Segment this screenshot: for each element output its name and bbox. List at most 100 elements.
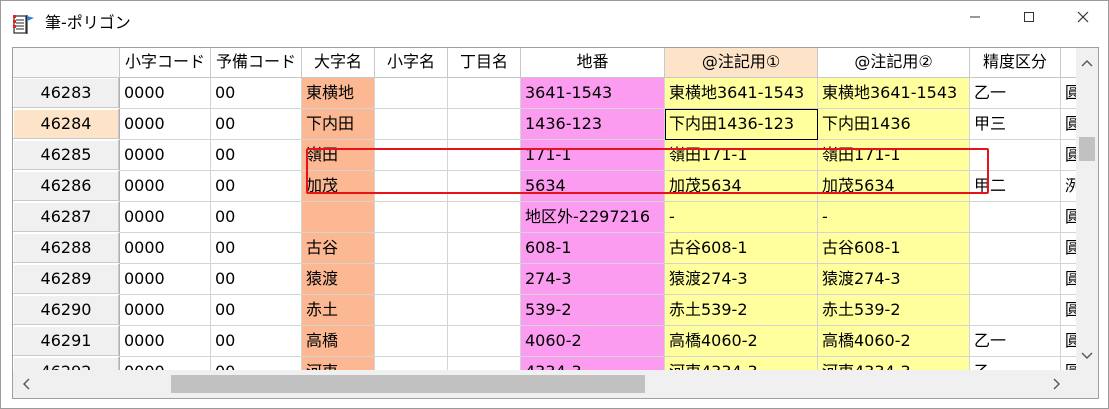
table-row[interactable]: 46288000000古谷608-1古谷608-1古谷608-1圓 — [13, 233, 1076, 264]
cell-chome[interactable] — [448, 78, 521, 109]
cell-oaza[interactable] — [302, 202, 375, 233]
cell-yobi-code[interactable]: 00 — [211, 264, 302, 295]
column-header-chuki1[interactable]: @注記用① — [665, 48, 818, 78]
row-header[interactable]: 46283 — [13, 78, 120, 109]
cell-chuki1[interactable]: 古谷608-1 — [665, 233, 818, 264]
cell-oaza[interactable]: 古谷 — [302, 233, 375, 264]
cell-chuki2[interactable]: 河東4334-3 — [818, 357, 970, 370]
cell-oaza[interactable]: 加茂 — [302, 171, 375, 202]
table-row[interactable]: 46284 0000 00 下内田 1436-123 下内田1436-123 下内田1436… — [13, 109, 1076, 140]
cell-oaza[interactable]: 嶺田 — [302, 140, 375, 171]
table-row[interactable]: 46290000000赤土539-2赤土539-2赤土539-2圓 — [13, 295, 1076, 326]
cell-extra[interactable]: 圓 — [1061, 264, 1076, 295]
column-header-koaza[interactable]: 小字名 — [375, 48, 448, 78]
cell-chome[interactable] — [448, 295, 521, 326]
cell-seido[interactable]: 乙一 — [970, 326, 1061, 357]
column-header-seido[interactable]: 精度区分 — [970, 48, 1061, 78]
cell-extra[interactable]: 圓 — [1061, 295, 1076, 326]
horizontal-scroll-thumb[interactable] — [171, 375, 645, 393]
table-row[interactable]: 46283 0000 00 東横地 3641-1543 東横地3641-1543 東横地36… — [13, 78, 1076, 109]
cell-yobi-code[interactable]: 00 — [211, 295, 302, 326]
cell-seido[interactable]: 乙 — [970, 357, 1061, 370]
cell-chiban[interactable]: 1436-123 — [521, 109, 665, 140]
cell-extra[interactable]: 圓 — [1061, 233, 1076, 264]
cell-chiban[interactable]: 608-1 — [521, 233, 665, 264]
cell-chuki1[interactable]: - — [665, 202, 818, 233]
cell-yobi-code[interactable]: 00 — [211, 171, 302, 202]
cell-chuki2[interactable]: 下内田1436 — [818, 109, 970, 140]
row-header[interactable]: 46285 — [13, 140, 120, 171]
cell-koaza-code[interactable]: 0000 — [120, 171, 211, 202]
cell-chiban[interactable]: 3641-1543 — [521, 78, 665, 109]
cell-oaza[interactable]: 下内田 — [302, 109, 375, 140]
cell-koaza[interactable] — [375, 140, 448, 171]
cell-chuki2[interactable]: 高橋4060-2 — [818, 326, 970, 357]
cell-koaza[interactable] — [375, 171, 448, 202]
cell-chome[interactable] — [448, 233, 521, 264]
minimize-button[interactable] — [952, 1, 998, 33]
scroll-down-icon[interactable] — [1076, 345, 1098, 367]
scroll-left-icon[interactable] — [15, 370, 37, 398]
cell-chiban[interactable]: 5634 — [521, 171, 665, 202]
cell-chuki2[interactable]: - — [818, 202, 970, 233]
column-header-yobi-code[interactable]: 予備コード — [211, 48, 302, 78]
cell-koaza-code[interactable]: 0000 — [120, 295, 211, 326]
cell-chuki1[interactable]: 猿渡274-3 — [665, 264, 818, 295]
cell-oaza[interactable]: 河東 — [302, 357, 375, 370]
cell-chuki1[interactable]: 赤土539-2 — [665, 295, 818, 326]
cell-chiban[interactable]: 地区外-2297216 — [521, 202, 665, 233]
row-header[interactable]: 46290 — [13, 295, 120, 326]
cell-seido[interactable] — [970, 295, 1061, 326]
cell-oaza[interactable]: 赤土 — [302, 295, 375, 326]
cell-yobi-code[interactable]: 00 — [211, 140, 302, 171]
cell-chome[interactable] — [448, 171, 521, 202]
scroll-up-icon[interactable] — [1076, 52, 1098, 74]
cell-koaza-code[interactable]: 0000 — [120, 326, 211, 357]
cell-seido[interactable]: 乙一 — [970, 78, 1061, 109]
cell-yobi-code[interactable]: 00 — [211, 78, 302, 109]
maximize-button[interactable] — [1006, 1, 1052, 33]
cell-oaza[interactable]: 高橋 — [302, 326, 375, 357]
table-row[interactable]: 46286000000加茂5634加茂5634加茂5634甲二洌 — [13, 171, 1076, 202]
cell-koaza[interactable] — [375, 357, 448, 370]
title-bar[interactable]: 筆-ポリゴン — [1, 1, 1108, 45]
cell-chuki1[interactable]: 嶺田171-1 — [665, 140, 818, 171]
cell-chuki1[interactable]: 加茂5634 — [665, 171, 818, 202]
cell-seido[interactable] — [970, 233, 1061, 264]
cell-koaza[interactable] — [375, 78, 448, 109]
cell-chuki1[interactable]: 河東4334-3 — [665, 357, 818, 370]
cell-extra[interactable]: 圓 — [1061, 78, 1076, 109]
cell-koaza[interactable] — [375, 326, 448, 357]
cell-extra[interactable]: 圓 — [1061, 109, 1076, 140]
cell-extra[interactable]: 圓 — [1061, 326, 1076, 357]
cell-koaza-code[interactable]: 0000 — [120, 109, 211, 140]
table-row[interactable]: 46289000000猿渡274-3猿渡274-3猿渡274-3圓 — [13, 264, 1076, 295]
cell-koaza-code[interactable]: 0000 — [120, 233, 211, 264]
cell-chuki1[interactable]: 東横地3641-1543 — [665, 78, 818, 109]
cell-seido[interactable] — [970, 140, 1061, 171]
cell-koaza-code[interactable]: 0000 — [120, 202, 211, 233]
row-header[interactable]: 46286 — [13, 171, 120, 202]
cell-seido[interactable]: 甲三 — [970, 109, 1061, 140]
row-header[interactable]: 46287 — [13, 202, 120, 233]
cell-yobi-code[interactable]: 00 — [211, 233, 302, 264]
cell-oaza[interactable]: 猿渡 — [302, 264, 375, 295]
row-header[interactable]: 46284 — [13, 109, 120, 140]
cell-koaza-code[interactable]: 0000 — [120, 357, 211, 370]
horizontal-scrollbar[interactable] — [13, 370, 1076, 398]
cell-extra[interactable]: 圓 — [1061, 357, 1076, 370]
cell-chuki1[interactable]: 高橋4060-2 — [665, 326, 818, 357]
cell-chiban[interactable]: 171-1 — [521, 140, 665, 171]
cell-yobi-code[interactable]: 00 — [211, 357, 302, 370]
cell-oaza[interactable]: 東横地 — [302, 78, 375, 109]
cell-chuki2[interactable]: 赤土539-2 — [818, 295, 970, 326]
cell-koaza[interactable] — [375, 202, 448, 233]
vertical-scrollbar[interactable] — [1076, 48, 1098, 370]
cell-seido[interactable]: 甲二 — [970, 171, 1061, 202]
table-row[interactable]: 46291000000高橋4060-2高橋4060-2高橋4060-2乙一圓 — [13, 326, 1076, 357]
cell-extra[interactable]: 圓 — [1061, 140, 1076, 171]
cell-chuki2[interactable]: 猿渡274-3 — [818, 264, 970, 295]
table-row[interactable]: 46285000000嶺田171-1嶺田171-1嶺田171-1圓 — [13, 140, 1076, 171]
close-button[interactable] — [1060, 1, 1106, 33]
cell-chuki2[interactable]: 加茂5634 — [818, 171, 970, 202]
